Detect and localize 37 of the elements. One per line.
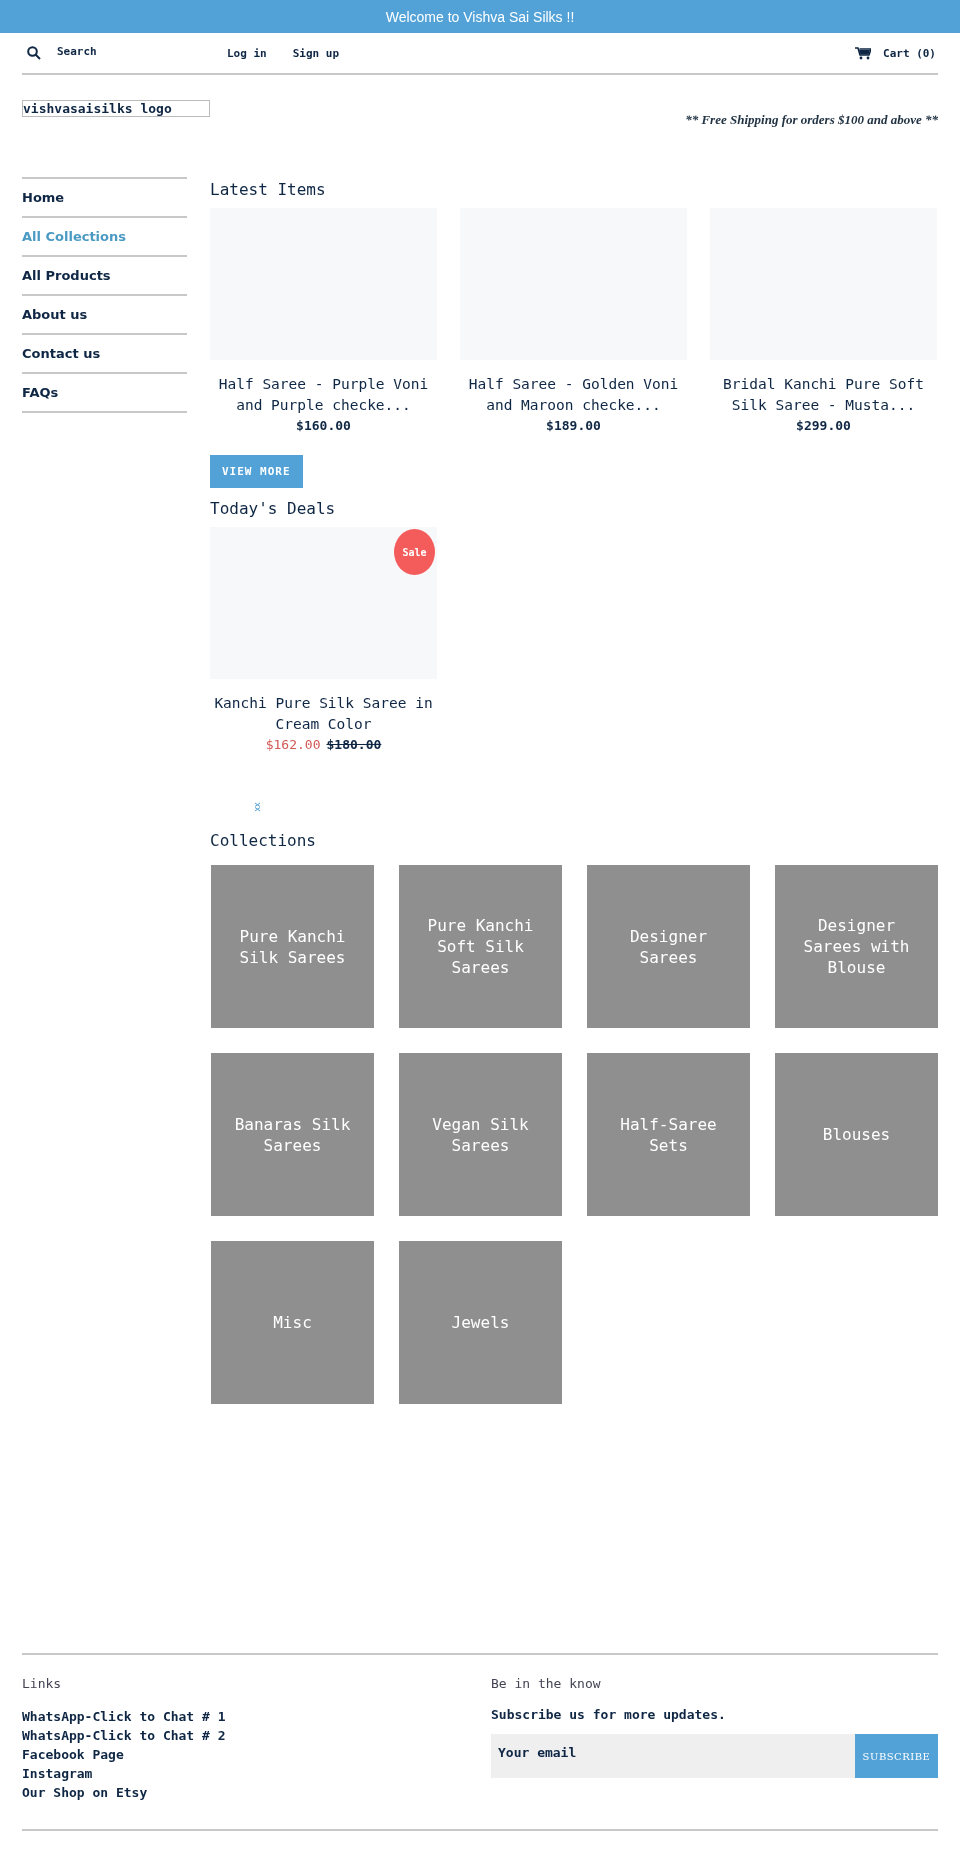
footer-heading: Links (22, 1676, 63, 1691)
product-price: $160.00 (295, 418, 352, 433)
sidebar-item[interactable]: All Products (22, 257, 187, 296)
cart-icon[interactable] (855, 46, 871, 60)
newsletter-text: Subscribe us for more updates. (491, 1707, 727, 1722)
shipping-note: ** Free Shipping for orders $100 and above ** (685, 112, 938, 128)
section-title: Today's Deals (210, 498, 337, 520)
product-title[interactable]: Kanchi Pure Silk Saree in Cream Color (210, 693, 437, 735)
footer-link[interactable]: WhatsApp-Click to Chat # 2 (22, 1726, 491, 1745)
sale-price: $162.00 (265, 737, 321, 752)
sale-badge: Sale (394, 529, 435, 575)
cart-link[interactable]: Cart (0) (883, 46, 936, 60)
product-title[interactable]: Half Saree - Purple Voni and Purple checke... (210, 374, 437, 416)
search-icon[interactable] (27, 46, 41, 60)
product-price: $299.00 (795, 418, 852, 433)
product-title[interactable]: Bridal Kanchi Pure Soft Silk Saree - Musta... (710, 374, 937, 416)
sidebar-item[interactable]: Home (22, 179, 187, 218)
section-title: Collections (210, 830, 317, 852)
account-link[interactable]: Log in (227, 46, 267, 60)
broken-image-icon (254, 802, 261, 812)
sidebar-item[interactable]: About us (22, 296, 187, 335)
email-field[interactable]: Your email (491, 1734, 855, 1778)
logo-link[interactable]: vishvasaisilks logo (22, 100, 210, 117)
footer-heading: Be in the know (491, 1676, 602, 1691)
sidebar-item[interactable]: FAQs (22, 374, 187, 413)
announcement-bar: Welcome to Vishva Sai Silks !! (0, 0, 960, 33)
footer-link[interactable]: Facebook Page (22, 1745, 491, 1764)
footer-link[interactable]: Instagram (22, 1764, 491, 1783)
section-title: Latest Items (210, 179, 327, 201)
product-price: $189.00 (545, 418, 602, 433)
sidebar-item[interactable]: Contact us (22, 335, 187, 374)
product-title[interactable]: Half Saree - Golden Voni and Maroon checke... (460, 374, 687, 416)
search-field[interactable]: Search (57, 44, 97, 58)
footer-link[interactable]: Our Shop on Etsy (22, 1783, 491, 1802)
original-price: $180.00 (326, 737, 382, 752)
footer-link[interactable]: WhatsApp-Click to Chat # 1 (22, 1707, 491, 1726)
account-link[interactable]: Sign up (292, 46, 340, 60)
